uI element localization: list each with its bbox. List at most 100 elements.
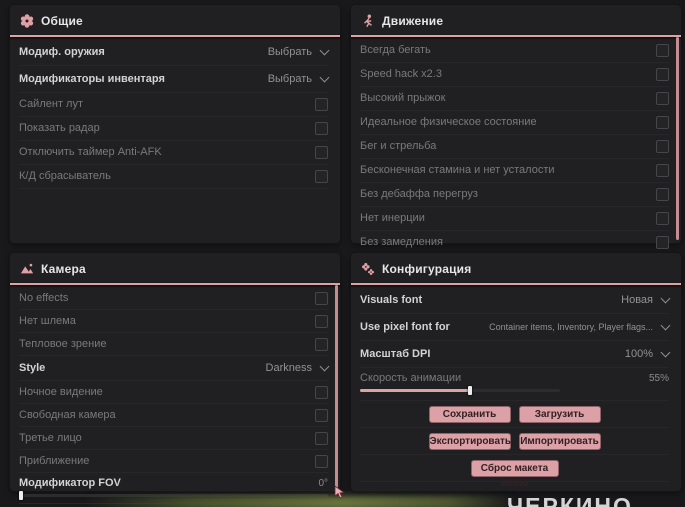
dropdown-value: Выбрать xyxy=(267,46,312,58)
panel-camera: Камера No effects Нет шлема Тепловое зре… xyxy=(10,253,340,504)
panel-config-header[interactable]: Конфигурация xyxy=(351,253,681,283)
row-no-slowdown: Без замедления xyxy=(360,231,669,255)
location-title-text: ЧЕРКИНО xyxy=(507,493,633,507)
reset-layout-button[interactable]: Сброс макета меню xyxy=(470,459,559,489)
export-button[interactable]: Экспортировать xyxy=(428,432,511,450)
kd-reset-checkbox[interactable] xyxy=(315,170,328,183)
dropdown-value: Container items, Inventory, Player flags… xyxy=(489,322,653,332)
panel-movement: Движение Всегда бегать Speed hack x2.3 В… xyxy=(351,5,681,255)
row-label: Приближение xyxy=(19,454,90,467)
third-person-checkbox[interactable] xyxy=(315,431,328,445)
no-slowdown-checkbox[interactable] xyxy=(656,236,669,249)
dropdown-value: Выбрать xyxy=(267,73,312,85)
silent-loot-checkbox[interactable] xyxy=(315,98,328,111)
visuals-font-dropdown[interactable]: Новая xyxy=(621,293,671,306)
mod-menu-screen: Общие Модиф. оружия Выбрать Модификаторы… xyxy=(0,0,685,507)
chevron-down-icon xyxy=(660,320,671,330)
row-label: Сайлент лут xyxy=(19,98,83,110)
panel-general-header[interactable]: Общие xyxy=(10,5,340,35)
anti-afk-checkbox[interactable] xyxy=(315,146,328,159)
row-label: Нет шлема xyxy=(19,314,76,327)
row-zoom: Приближение xyxy=(19,450,328,473)
zoom-checkbox[interactable] xyxy=(315,454,328,468)
row-free-camera: Свободная камера xyxy=(19,404,328,427)
fov-slider-handle[interactable] xyxy=(19,491,23,500)
import-button[interactable]: Импортировать xyxy=(518,432,601,450)
row-no-helmet: Нет шлема xyxy=(19,310,328,333)
dropdown-value: Новая xyxy=(621,294,653,306)
row-label: Нет инерции xyxy=(360,212,425,224)
mouse-cursor-icon xyxy=(334,485,346,504)
row-pixel-font: Use pixel font for Container items, Inve… xyxy=(360,314,671,341)
thermal-vision-checkbox[interactable] xyxy=(315,337,328,351)
row-weapon-mod: Модиф. оружия Выбрать xyxy=(19,39,330,66)
image-mountain-icon xyxy=(20,262,34,276)
chevron-down-icon xyxy=(319,45,330,55)
always-run-checkbox[interactable] xyxy=(656,44,669,57)
save-button[interactable]: Сохранить xyxy=(428,405,511,423)
row-label: Высокий прыжок xyxy=(360,92,446,104)
chevron-down-icon xyxy=(660,347,671,357)
gears-icon xyxy=(361,262,375,276)
row-no-effects: No effects xyxy=(19,287,328,310)
flower-gear-icon xyxy=(20,14,34,28)
panel-config: Конфигурация Visuals font Новая Use pixe… xyxy=(351,253,681,491)
style-dropdown[interactable]: Darkness xyxy=(265,361,330,374)
row-label: Тепловое зрение xyxy=(19,337,107,350)
row-perfect-condition: Идеальное физическое состояние xyxy=(360,111,669,135)
row-label: К/Д сбрасыватель xyxy=(19,170,111,182)
runner-icon xyxy=(361,14,375,28)
speed-hack-checkbox[interactable] xyxy=(656,68,669,81)
row-anti-afk: Отключить таймер Anti-AFK xyxy=(19,141,328,165)
panel-camera-header[interactable]: Камера xyxy=(10,253,340,283)
run-and-shoot-checkbox[interactable] xyxy=(656,140,669,153)
infinite-stamina-checkbox[interactable] xyxy=(656,164,669,177)
row-speed-hack: Speed hack x2.3 xyxy=(360,63,669,87)
row-label: Style xyxy=(19,361,46,374)
animation-speed-slider-fill xyxy=(360,389,470,392)
dropdown-value: 100% xyxy=(624,348,653,360)
row-silent-loot: Сайлент лут xyxy=(19,93,328,117)
perfect-condition-checkbox[interactable] xyxy=(656,116,669,129)
no-inertia-checkbox[interactable] xyxy=(656,212,669,225)
panel-title: Камера xyxy=(41,262,86,276)
row-inventory-mods: Модификаторы инвентаря Выбрать xyxy=(19,66,330,93)
dpi-scale-dropdown[interactable]: 100% xyxy=(624,347,671,360)
row-label: Скорость анимации xyxy=(360,371,462,384)
dropdown-value: Darkness xyxy=(265,362,312,374)
weapon-mod-dropdown[interactable]: Выбрать xyxy=(267,45,330,58)
no-overload-debuff-checkbox[interactable] xyxy=(656,188,669,201)
row-label: Идеальное физическое состояние xyxy=(360,116,537,128)
config-buttons-row-1: Сохранить Загрузить xyxy=(360,401,669,428)
row-style: Style Darkness xyxy=(19,356,330,381)
row-label: Отключить таймер Anti-AFK xyxy=(19,146,162,158)
row-always-run: Всегда бегать xyxy=(360,39,669,63)
pixel-font-dropdown[interactable]: Container items, Inventory, Player flags… xyxy=(489,320,671,332)
animation-speed-slider-track[interactable] xyxy=(360,386,560,395)
animation-speed-value: 55% xyxy=(648,372,669,384)
high-jump-checkbox[interactable] xyxy=(656,92,669,105)
camera-scrollbar[interactable] xyxy=(335,285,338,488)
load-button[interactable]: Загрузить xyxy=(518,405,601,423)
show-radar-checkbox[interactable] xyxy=(315,122,328,135)
row-label: Speed hack x2.3 xyxy=(360,68,442,80)
panel-title: Общие xyxy=(41,14,83,28)
panel-title: Конфигурация xyxy=(382,262,472,276)
config-buttons-row-2: Экспортировать Импортировать xyxy=(360,428,669,455)
free-camera-checkbox[interactable] xyxy=(315,408,328,422)
no-effects-checkbox[interactable] xyxy=(315,291,328,305)
row-no-inertia: Нет инерции xyxy=(360,207,669,231)
inventory-mods-dropdown[interactable]: Выбрать xyxy=(267,72,330,85)
panel-general: Общие Модиф. оружия Выбрать Модификаторы… xyxy=(10,5,340,243)
no-helmet-checkbox[interactable] xyxy=(315,314,328,328)
movement-scrollbar[interactable] xyxy=(676,37,679,240)
config-buttons-row-3: Сброс макета меню xyxy=(360,455,669,489)
row-label: Третье лицо xyxy=(19,431,82,444)
panel-movement-header[interactable]: Движение xyxy=(351,5,681,35)
row-night-vision: Ночное видение xyxy=(19,381,328,404)
row-animation-speed: Скорость анимации 55% xyxy=(360,368,669,401)
animation-speed-slider-handle[interactable] xyxy=(468,386,472,395)
night-vision-checkbox[interactable] xyxy=(315,385,328,399)
row-no-overload-debuff: Без дебаффа перегруз xyxy=(360,183,669,207)
fov-value: 0° xyxy=(318,477,328,489)
